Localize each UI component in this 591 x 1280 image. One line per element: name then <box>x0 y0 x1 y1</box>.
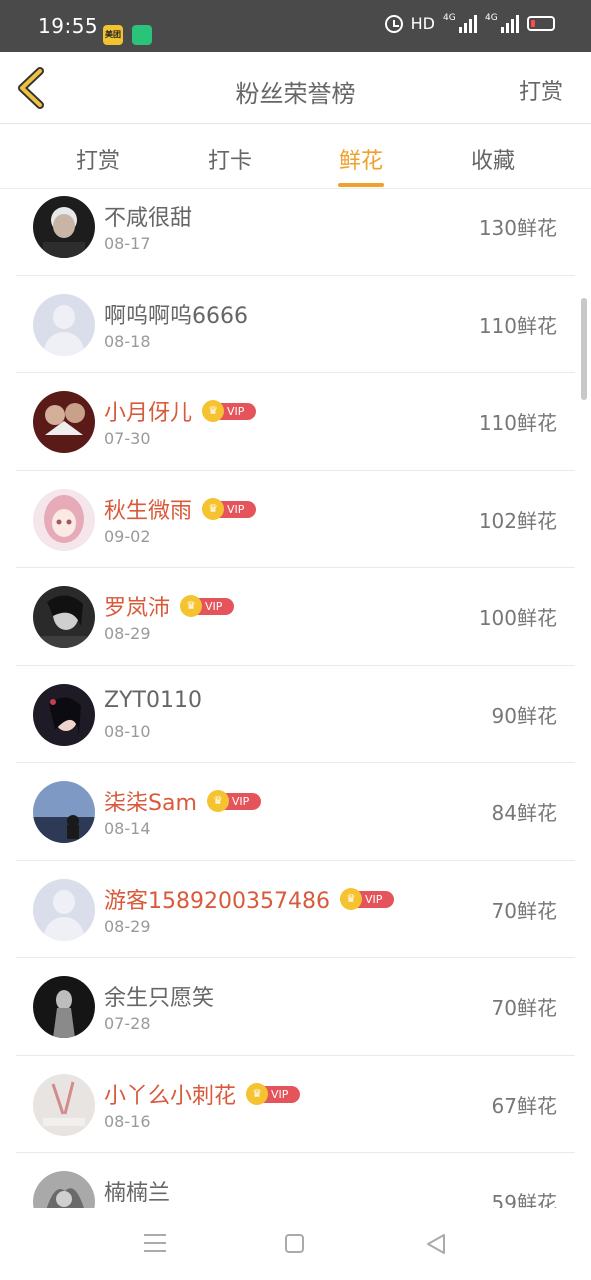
list-item[interactable]: 不咸很甜 08-17 130鲜花 <box>16 190 575 276</box>
flower-count: 59鲜花 <box>491 1191 557 1208</box>
reward-button[interactable]: 打赏 <box>519 74 563 106</box>
date: 08-18 <box>104 331 151 351</box>
avatar[interactable] <box>33 293 95 356</box>
hd-indicator: HD <box>410 14 435 33</box>
vip-badge: ♛ VIP <box>206 790 261 812</box>
flower-count: 70鲜花 <box>491 996 557 1020</box>
date: 08-14 <box>104 819 151 838</box>
tab-flowers[interactable]: 鲜花 <box>321 143 401 187</box>
active-tab-indicator <box>338 183 384 187</box>
vip-badge: ♛ VIP <box>339 887 394 910</box>
vip-badge: ♛ VIP <box>180 595 235 617</box>
list-item[interactable]: 秋生微雨 ♛ VIP 09-02 102鲜花 <box>16 471 575 568</box>
user-name: ZYT0110 <box>104 687 202 713</box>
list-item[interactable]: 啊呜啊呜6666 08-18 110鲜花 <box>16 276 575 373</box>
vip-badge: ♛ VIP <box>202 497 257 520</box>
list-item[interactable]: 游客1589200357486 ♛ VIP 08-29 70鲜花 <box>16 861 575 958</box>
user-name: 小月伢儿 ♛ VIP <box>104 395 257 427</box>
user-name: 小丫么小刺花 ♛ VIP <box>104 1078 301 1110</box>
avatar[interactable] <box>33 391 95 453</box>
date: 08-29 <box>104 624 151 643</box>
signal-icon: 4G <box>443 13 477 33</box>
crown-icon: ♛ <box>202 497 225 520</box>
user-name: 啊呜啊呜6666 <box>104 303 248 329</box>
scrollbar[interactable] <box>581 298 587 400</box>
battery-icon <box>527 16 555 31</box>
date: 08-16 <box>104 1111 151 1131</box>
vip-badge: ♛ VIP <box>246 1082 301 1105</box>
home-icon[interactable] <box>285 1234 304 1253</box>
list-item[interactable]: 柒柒Sam ♛ VIP 08-14 84鲜花 <box>16 763 575 861</box>
date: 07-28 <box>104 1014 151 1033</box>
crown-icon: ♛ <box>339 887 362 910</box>
user-name: 罗岚沛 ♛ VIP <box>104 590 235 622</box>
tab-checkin[interactable]: 打卡 <box>190 143 270 175</box>
avatar[interactable] <box>33 488 95 551</box>
system-nav-bar <box>0 1208 591 1280</box>
avatar[interactable] <box>33 781 95 843</box>
user-name: 柒柒Sam ♛ VIP <box>104 785 261 817</box>
menu-icon[interactable] <box>144 1234 166 1252</box>
crown-icon: ♛ <box>206 790 229 812</box>
list-item[interactable]: 小丫么小刺花 ♛ VIP 08-16 67鲜花 <box>16 1056 575 1153</box>
app-header: 粉丝荣誉榜 打赏 <box>0 52 591 124</box>
avatar[interactable] <box>33 976 95 1038</box>
date: 08-29 <box>104 916 151 936</box>
back-triangle-icon[interactable] <box>424 1232 448 1256</box>
tab-reward[interactable]: 打赏 <box>58 143 138 175</box>
avatar[interactable] <box>33 878 95 941</box>
crown-icon: ♛ <box>202 400 225 422</box>
user-name: 游客1589200357486 ♛ VIP <box>104 883 394 915</box>
flower-count: 102鲜花 <box>478 508 557 533</box>
flower-count: 130鲜花 <box>478 216 557 240</box>
vip-badge: ♛ VIP <box>202 400 257 422</box>
avatar[interactable] <box>33 586 95 648</box>
list-item[interactable]: 楠楠兰 59鲜花 <box>16 1153 575 1208</box>
signal-icon-2: 4G <box>485 13 519 33</box>
fan-ranking-list[interactable]: 不咸很甜 08-17 130鲜花 啊呜啊呜6666 08-18 110鲜花 小月… <box>0 190 591 1208</box>
tab-bar: 打赏 打卡 鲜花 收藏 <box>0 125 591 189</box>
user-name: 余生只愿笑 <box>104 986 215 1011</box>
user-name: 楠楠兰 <box>104 1181 171 1206</box>
meituan-app-icon: 美团 <box>103 25 123 45</box>
list-item[interactable]: 罗岚沛 ♛ VIP 08-29 100鲜花 <box>16 568 575 666</box>
avatar[interactable] <box>33 683 95 746</box>
date: 07-30 <box>104 429 151 448</box>
status-time: 19:55 <box>38 14 99 38</box>
flower-count: 70鲜花 <box>491 898 557 923</box>
flower-count: 67鲜花 <box>491 1093 557 1118</box>
list-item[interactable]: 余生只愿笑 07-28 70鲜花 <box>16 958 575 1056</box>
user-name: 不咸很甜 <box>104 206 193 231</box>
flower-count: 90鲜花 <box>491 703 557 728</box>
flower-count: 110鲜花 <box>478 313 557 338</box>
alarm-icon <box>384 14 403 33</box>
date: 08-10 <box>104 721 151 741</box>
tab-favorites[interactable]: 收藏 <box>453 143 533 175</box>
page-title: 粉丝荣誉榜 <box>235 80 356 108</box>
crown-icon: ♛ <box>180 595 203 617</box>
date: 09-02 <box>104 526 151 546</box>
flower-count: 100鲜花 <box>478 606 557 630</box>
avatar[interactable] <box>33 1073 95 1136</box>
avatar[interactable] <box>33 196 95 258</box>
user-name: 秋生微雨 ♛ VIP <box>104 493 257 525</box>
avatar[interactable] <box>33 1171 95 1208</box>
flower-count: 110鲜花 <box>478 411 557 435</box>
date: 08-17 <box>104 234 151 253</box>
list-item[interactable]: ZYT0110 08-10 90鲜花 <box>16 666 575 763</box>
crown-icon: ♛ <box>246 1082 269 1105</box>
list-item[interactable]: 小月伢儿 ♛ VIP 07-30 110鲜花 <box>16 373 575 471</box>
status-bar: 19:55 美团 HD 4G 4G <box>0 0 591 52</box>
messaging-app-icon <box>132 25 152 45</box>
flower-count: 84鲜花 <box>491 801 557 825</box>
